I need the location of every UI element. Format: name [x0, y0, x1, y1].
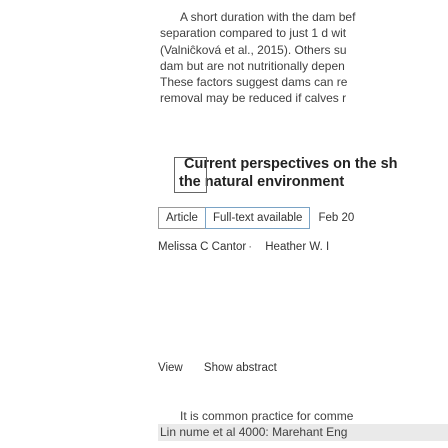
- snippet-line: It is common practice for comme: [180, 409, 354, 423]
- author-link[interactable]: Heather W. I: [265, 241, 329, 253]
- snippet-line: dam but are not nutritionally depen: [160, 58, 345, 73]
- snippet-line: separation compared to just 1 d wit: [160, 26, 347, 41]
- article-result: Current perspectives on the sh the natur…: [158, 155, 448, 253]
- view-link[interactable]: View: [158, 362, 183, 374]
- top-snippet: A short duration with the dam bef separa…: [160, 9, 448, 107]
- snippet-line: These factors suggest dams can re: [160, 75, 348, 90]
- article-title-line[interactable]: the natural environment: [173, 173, 448, 191]
- snippet-line: removal may be reduced if calves r: [160, 91, 347, 106]
- author-list: Melissa C Cantor · Heather W. I: [158, 241, 448, 253]
- article-title[interactable]: Current perspectives on the sh the natur…: [173, 155, 448, 193]
- author-separator: ·: [248, 241, 253, 253]
- document-thumbnail-icon: [174, 157, 207, 193]
- show-abstract-link[interactable]: Show abstract: [204, 362, 277, 374]
- bottom-snippet: It is common practice for comme Lin nume…: [158, 408, 448, 441]
- search-results-page: A short duration with the dam bef separa…: [0, 0, 448, 448]
- snippet-line: A short duration with the dam bef: [180, 10, 356, 24]
- author-link[interactable]: Melissa C Cantor: [158, 241, 246, 253]
- snippet-line: Lin nume et al 4000: Marehant Eng: [158, 424, 448, 441]
- article-meta: Article Full-text available Feb 20: [158, 207, 448, 229]
- snippet-line: (Valniĉková et al., 2015). Others su: [160, 42, 347, 57]
- result-actions: View Show abstract: [158, 362, 295, 374]
- fulltext-badge[interactable]: Full-text available: [204, 207, 311, 229]
- publication-date: Feb 20: [318, 212, 355, 224]
- article-type-badge: Article: [158, 207, 206, 229]
